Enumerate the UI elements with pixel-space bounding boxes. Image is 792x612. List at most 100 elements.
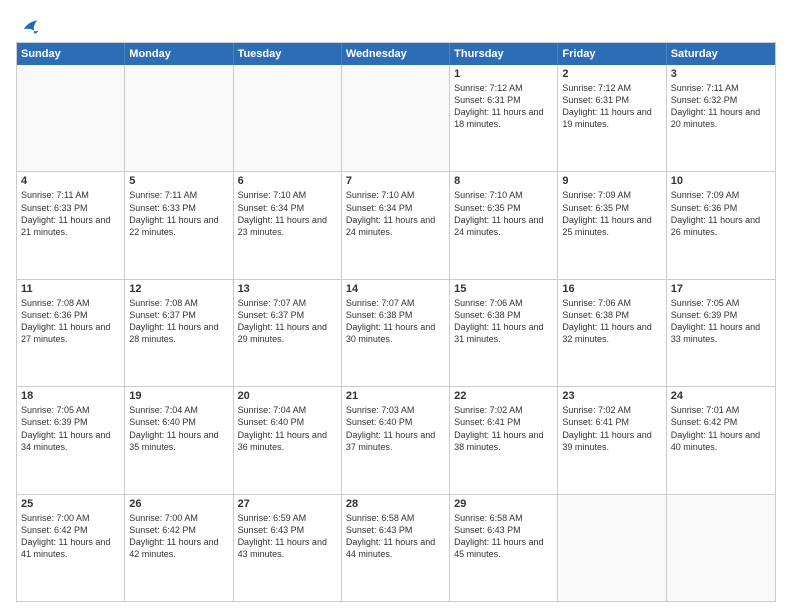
day-number: 6 — [238, 175, 337, 187]
cell-info: Sunrise: 7:10 AM Sunset: 6:35 PM Dayligh… — [454, 189, 553, 238]
calendar-cell — [558, 495, 666, 601]
calendar-cell: 16Sunrise: 7:06 AM Sunset: 6:38 PM Dayli… — [558, 280, 666, 386]
day-number: 8 — [454, 175, 553, 187]
calendar-cell: 6Sunrise: 7:10 AM Sunset: 6:34 PM Daylig… — [234, 172, 342, 278]
cell-info: Sunrise: 7:11 AM Sunset: 6:33 PM Dayligh… — [21, 189, 120, 238]
cell-info: Sunrise: 7:00 AM Sunset: 6:42 PM Dayligh… — [21, 512, 120, 561]
calendar-cell: 7 Sunrise: 7:10 AM Sunset: 6:34 PM Daylig… — [342, 172, 450, 278]
header-day-sunday: Sunday — [17, 43, 125, 65]
day-number: 19 — [129, 390, 228, 402]
calendar-cell: 9 Sunrise: 7:09 AM Sunset: 6:35 PM Daylig… — [558, 172, 666, 278]
day-number: 13 — [238, 283, 337, 295]
cell-info: Sunrise: 7:09 AM Sunset: 6:36 PM Dayligh… — [671, 189, 771, 238]
day-number: 26 — [129, 498, 228, 510]
cell-info: Sunrise: 7:04 AM Sunset: 6:40 PM Dayligh… — [129, 404, 228, 453]
day-number: 17 — [671, 283, 771, 295]
cell-info: Sunrise: 7:04 AM Sunset: 6:40 PM Dayligh… — [238, 404, 337, 453]
day-number: 15 — [454, 283, 553, 295]
calendar-cell: 1 Sunrise: 7:12 AM Sunset: 6:31 PM Daylig… — [450, 65, 558, 171]
day-number: 5 — [129, 175, 228, 187]
day-number: 1 — [454, 68, 553, 80]
day-number: 12 — [129, 283, 228, 295]
calendar-cell: 14 Sunrise: 7:07 AM Sunset: 6:38 PM Dayli… — [342, 280, 450, 386]
day-number: 9 — [562, 175, 661, 187]
day-number: 23 — [562, 390, 661, 402]
cell-info: Sunrise: 7:01 AM Sunset: 6:42 PM Dayligh… — [671, 404, 771, 453]
cell-info: Sunrise: 7:08 AM Sunset: 6:36 PM Dayligh… — [21, 297, 120, 346]
calendar-cell: 23 Sunrise: 7:02 AM Sunset: 6:41 PM Dayli… — [558, 387, 666, 493]
calendar-row-2: 4 Sunrise: 7:11 AM Sunset: 6:33 PM Daylig… — [17, 171, 775, 278]
day-number: 21 — [346, 390, 445, 402]
calendar-cell: 10 Sunrise: 7:09 AM Sunset: 6:36 PM Dayli… — [667, 172, 775, 278]
cell-info: Sunrise: 7:09 AM Sunset: 6:35 PM Dayligh… — [562, 189, 661, 238]
page-header — [16, 12, 776, 38]
day-number: 27 — [238, 498, 337, 510]
calendar-cell: 5 Sunrise: 7:11 AM Sunset: 6:33 PM Daylig… — [125, 172, 233, 278]
cell-info: Sunrise: 7:07 AM Sunset: 6:38 PM Dayligh… — [346, 297, 445, 346]
cell-info: Sunrise: 7:05 AM Sunset: 6:39 PM Dayligh… — [21, 404, 120, 453]
day-number: 28 — [346, 498, 445, 510]
calendar: SundayMondayTuesdayWednesdayThursdayFrid… — [16, 42, 776, 602]
calendar-cell — [125, 65, 233, 171]
cell-info: Sunrise: 6:58 AM Sunset: 6:43 PM Dayligh… — [454, 512, 553, 561]
header-day-thursday: Thursday — [450, 43, 558, 65]
cell-info: Sunrise: 7:11 AM Sunset: 6:33 PM Dayligh… — [129, 189, 228, 238]
cell-info: Sunrise: 6:58 AM Sunset: 6:43 PM Dayligh… — [346, 512, 445, 561]
calendar-row-4: 18 Sunrise: 7:05 AM Sunset: 6:39 PM Dayli… — [17, 386, 775, 493]
calendar-cell: 29Sunrise: 6:58 AM Sunset: 6:43 PM Dayli… — [450, 495, 558, 601]
header-day-friday: Friday — [558, 43, 666, 65]
day-number: 2 — [562, 68, 661, 80]
day-number: 20 — [238, 390, 337, 402]
day-number: 3 — [671, 68, 771, 80]
calendar-row-1: 1 Sunrise: 7:12 AM Sunset: 6:31 PM Daylig… — [17, 65, 775, 171]
cell-info: Sunrise: 7:10 AM Sunset: 6:34 PM Dayligh… — [346, 189, 445, 238]
day-number: 18 — [21, 390, 120, 402]
day-number: 10 — [671, 175, 771, 187]
calendar-row-5: 25Sunrise: 7:00 AM Sunset: 6:42 PM Dayli… — [17, 494, 775, 601]
cell-info: Sunrise: 7:06 AM Sunset: 6:38 PM Dayligh… — [454, 297, 553, 346]
calendar-cell: 24Sunrise: 7:01 AM Sunset: 6:42 PM Dayli… — [667, 387, 775, 493]
day-number: 4 — [21, 175, 120, 187]
calendar-row-3: 11 Sunrise: 7:08 AM Sunset: 6:36 PM Dayli… — [17, 279, 775, 386]
cell-info: Sunrise: 7:02 AM Sunset: 6:41 PM Dayligh… — [562, 404, 661, 453]
header-day-saturday: Saturday — [667, 43, 775, 65]
calendar-cell — [667, 495, 775, 601]
calendar-cell — [342, 65, 450, 171]
logo — [16, 16, 40, 38]
cell-info: Sunrise: 7:12 AM Sunset: 6:31 PM Dayligh… — [562, 82, 661, 131]
header-day-monday: Monday — [125, 43, 233, 65]
cell-info: Sunrise: 7:07 AM Sunset: 6:37 PM Dayligh… — [238, 297, 337, 346]
calendar-cell: 8 Sunrise: 7:10 AM Sunset: 6:35 PM Daylig… — [450, 172, 558, 278]
calendar-cell: 21 Sunrise: 7:03 AM Sunset: 6:40 PM Dayli… — [342, 387, 450, 493]
calendar-cell: 12Sunrise: 7:08 AM Sunset: 6:37 PM Dayli… — [125, 280, 233, 386]
day-number: 14 — [346, 283, 445, 295]
calendar-cell: 15 Sunrise: 7:06 AM Sunset: 6:38 PM Dayli… — [450, 280, 558, 386]
calendar-cell: 25Sunrise: 7:00 AM Sunset: 6:42 PM Dayli… — [17, 495, 125, 601]
cell-info: Sunrise: 7:02 AM Sunset: 6:41 PM Dayligh… — [454, 404, 553, 453]
calendar-cell — [234, 65, 342, 171]
calendar-body: 1 Sunrise: 7:12 AM Sunset: 6:31 PM Daylig… — [17, 65, 775, 601]
cell-info: Sunrise: 7:12 AM Sunset: 6:31 PM Dayligh… — [454, 82, 553, 131]
cell-info: Sunrise: 6:59 AM Sunset: 6:43 PM Dayligh… — [238, 512, 337, 561]
calendar-cell: 18 Sunrise: 7:05 AM Sunset: 6:39 PM Dayli… — [17, 387, 125, 493]
calendar-cell: 13 Sunrise: 7:07 AM Sunset: 6:37 PM Dayli… — [234, 280, 342, 386]
day-number: 7 — [346, 175, 445, 187]
calendar-cell: 20 Sunrise: 7:04 AM Sunset: 6:40 PM Dayli… — [234, 387, 342, 493]
calendar-cell: 2 Sunrise: 7:12 AM Sunset: 6:31 PM Daylig… — [558, 65, 666, 171]
calendar-cell: 3Sunrise: 7:11 AM Sunset: 6:32 PM Daylig… — [667, 65, 775, 171]
cell-info: Sunrise: 7:06 AM Sunset: 6:38 PM Dayligh… — [562, 297, 661, 346]
cell-info: Sunrise: 7:03 AM Sunset: 6:40 PM Dayligh… — [346, 404, 445, 453]
calendar-cell: 4 Sunrise: 7:11 AM Sunset: 6:33 PM Daylig… — [17, 172, 125, 278]
cell-info: Sunrise: 7:00 AM Sunset: 6:42 PM Dayligh… — [129, 512, 228, 561]
calendar-cell: 28 Sunrise: 6:58 AM Sunset: 6:43 PM Dayli… — [342, 495, 450, 601]
calendar-cell: 27 Sunrise: 6:59 AM Sunset: 6:43 PM Dayli… — [234, 495, 342, 601]
cell-info: Sunrise: 7:05 AM Sunset: 6:39 PM Dayligh… — [671, 297, 771, 346]
header-day-wednesday: Wednesday — [342, 43, 450, 65]
logo-bird-icon — [18, 16, 40, 38]
calendar-cell: 17 Sunrise: 7:05 AM Sunset: 6:39 PM Dayli… — [667, 280, 775, 386]
calendar-cell: 11 Sunrise: 7:08 AM Sunset: 6:36 PM Dayli… — [17, 280, 125, 386]
header-day-tuesday: Tuesday — [234, 43, 342, 65]
calendar-cell: 19 Sunrise: 7:04 AM Sunset: 6:40 PM Dayli… — [125, 387, 233, 493]
calendar-header: SundayMondayTuesdayWednesdayThursdayFrid… — [17, 43, 775, 65]
day-number: 11 — [21, 283, 120, 295]
